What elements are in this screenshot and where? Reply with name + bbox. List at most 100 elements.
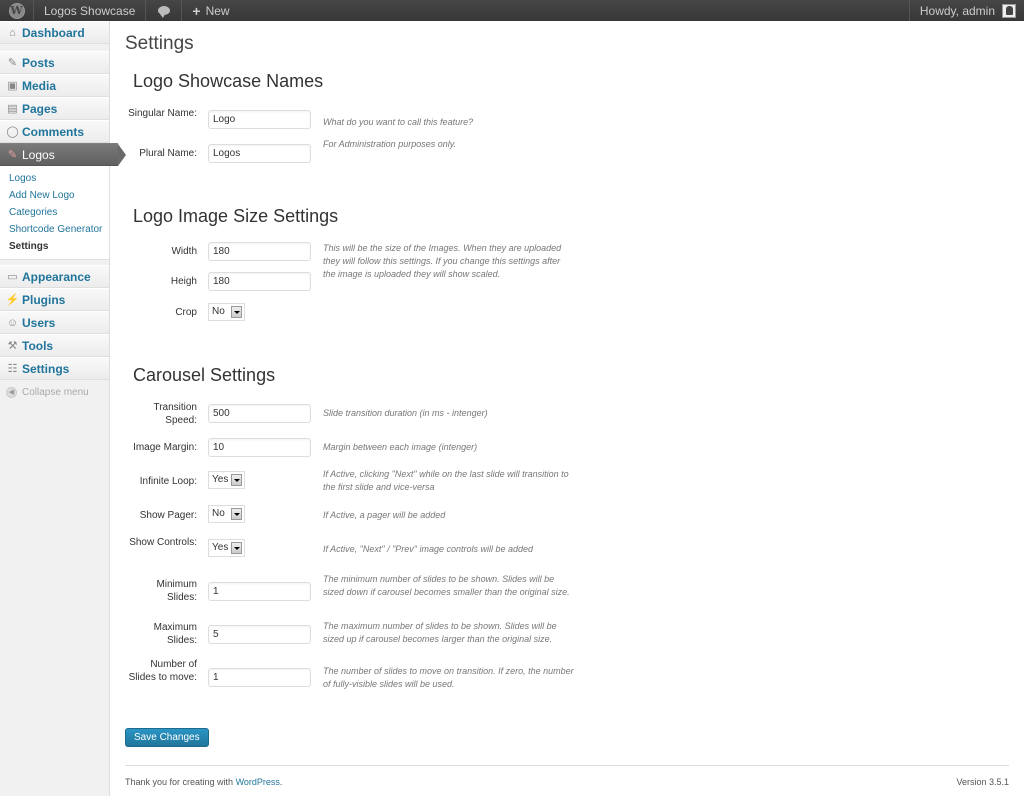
logos-submenu: Logos Add New Logo Categories Shortcode …: [0, 166, 109, 260]
show-pager-select-value: No: [212, 508, 225, 519]
chevron-down-icon: [231, 542, 242, 554]
show-controls-desc: If Active, "Next" / "Prev" image control…: [323, 544, 534, 554]
footer: Thank you for creating with WordPress. V…: [125, 765, 1009, 787]
min-slides-desc: The minimum number of slides to be shown…: [323, 574, 570, 597]
move-slides-input[interactable]: 1: [208, 668, 311, 687]
howdy-text: Howdy, admin: [919, 3, 995, 18]
max-slides-label: Maximum Slides:: [153, 622, 197, 646]
appearance-icon: ▭: [7, 271, 18, 283]
crop-label: Crop: [175, 307, 197, 318]
sidebar-item-label: Logos: [22, 147, 55, 162]
sidebar-item-label: Plugins: [22, 292, 66, 307]
admin-bar: W Logos Showcase + New Howdy, admin: [0, 0, 1024, 21]
wordpress-link[interactable]: WordPress: [236, 777, 280, 787]
new-content-button[interactable]: + New: [182, 0, 239, 21]
height-label: Heigh: [170, 276, 197, 287]
crop-select-value: No: [212, 306, 225, 317]
plugin-icon: ⚡: [5, 294, 20, 306]
image-size-desc: This will be the size of the Images. Whe…: [323, 243, 562, 279]
infinite-loop-select[interactable]: Yes: [208, 471, 245, 489]
submenu-item-categories[interactable]: Categories: [0, 204, 109, 221]
crop-select[interactable]: No: [208, 303, 245, 321]
account-menu[interactable]: Howdy, admin: [908, 0, 1024, 21]
collapse-menu-button[interactable]: ◀ Collapse menu: [0, 380, 109, 404]
comments-button[interactable]: [146, 0, 183, 21]
show-pager-desc: If Active, a pager will be added: [323, 510, 446, 520]
chevron-down-icon: [231, 306, 242, 318]
footer-period: .: [279, 777, 283, 787]
transition-speed-input[interactable]: 500: [208, 404, 311, 423]
collapse-arrow-icon: ◀: [6, 386, 17, 398]
max-slides-desc: The maximum number of slides to be shown…: [323, 621, 557, 644]
sidebar-item-label: Posts: [22, 55, 55, 70]
image-margin-desc: Margin between each image (intenger): [323, 442, 478, 452]
submenu-item-settings[interactable]: Settings: [0, 238, 109, 255]
sidebar-item-media[interactable]: ▣ Media: [0, 74, 109, 97]
transition-speed-desc: Slide transition duration (in ms - inten…: [323, 408, 488, 418]
sidebar-item-label: Users: [22, 315, 56, 330]
users-icon: ☺: [6, 316, 19, 329]
version-text: Version 3.5.1: [956, 777, 1009, 787]
sidebar-item-label: Media: [22, 78, 57, 93]
width-label: Width: [171, 246, 197, 257]
plural-name-input[interactable]: Logos: [208, 144, 311, 163]
home-icon: ⌂: [9, 26, 16, 39]
section-title-image-size: Logo Image Size Settings: [133, 206, 339, 226]
settings-icon: ☷: [7, 363, 18, 375]
site-name-link[interactable]: Logos Showcase: [34, 0, 147, 21]
sidebar-item-dashboard[interactable]: ⌂ Dashboard: [0, 21, 109, 44]
sidebar-item-plugins[interactable]: ⚡ Plugins: [0, 288, 109, 311]
sidebar-item-label: Appearance: [22, 269, 91, 284]
plus-icon: +: [192, 2, 201, 19]
show-pager-label: Show Pager:: [139, 510, 197, 521]
collapse-menu-label: Collapse menu: [22, 386, 89, 398]
sidebar-item-posts[interactable]: ✎ Posts: [0, 51, 109, 74]
sidebar-item-label: Dashboard: [22, 25, 85, 40]
section-title-carousel: Carousel Settings: [133, 365, 276, 385]
wordpress-logo-icon: W: [8, 2, 25, 19]
show-pager-select[interactable]: No: [208, 505, 245, 523]
max-slides-input[interactable]: 5: [208, 625, 311, 644]
sidebar-item-users[interactable]: ☺ Users: [0, 311, 109, 334]
image-margin-input[interactable]: 10: [208, 438, 311, 457]
sidebar-item-appearance[interactable]: ▭ Appearance: [0, 265, 109, 288]
avatar-icon: [1002, 3, 1016, 18]
plural-name-desc: For Administration purposes only.: [323, 139, 457, 149]
tools-icon: ⚒: [7, 340, 18, 352]
sidebar-item-logos[interactable]: ✎ Logos: [0, 143, 126, 166]
show-controls-label: Show Controls:: [129, 537, 197, 548]
submenu-item-logos[interactable]: Logos: [0, 170, 109, 187]
transition-speed-label: Transition Speed:: [153, 402, 197, 426]
infinite-loop-label: Infinite Loop:: [139, 476, 197, 487]
pushpin-icon: ✎: [7, 57, 18, 69]
new-label: New: [205, 3, 230, 18]
singular-name-input[interactable]: Logo: [208, 110, 311, 129]
comment-bubble-icon: [157, 6, 170, 18]
sidebar-item-tools[interactable]: ⚒ Tools: [0, 334, 109, 357]
section-title-names: Logo Showcase Names: [133, 71, 324, 91]
width-input[interactable]: 180: [208, 242, 311, 261]
show-controls-select-value: Yes: [212, 542, 229, 553]
wordpress-logo-button[interactable]: W: [0, 0, 34, 21]
height-input[interactable]: 180: [208, 272, 311, 291]
show-controls-select[interactable]: Yes: [208, 539, 245, 557]
media-icon: ▣: [7, 80, 18, 92]
sidebar-item-label: Pages: [22, 101, 58, 116]
sidebar-item-label: Comments: [22, 124, 85, 139]
sidebar-item-label: Tools: [22, 338, 54, 353]
sidebar-item-comments[interactable]: ◯ Comments: [0, 120, 109, 143]
pushpin-icon: ✎: [7, 149, 18, 161]
infinite-loop-desc: If Active, clicking "Next" while on the …: [323, 469, 569, 492]
sidebar-item-pages[interactable]: ▤ Pages: [0, 97, 109, 120]
min-slides-input[interactable]: 1: [208, 582, 311, 601]
sidebar-item-settings[interactable]: ☷ Settings: [0, 357, 109, 380]
pages-icon: ▤: [7, 103, 18, 115]
submenu-item-shortcode-generator[interactable]: Shortcode Generator: [0, 221, 109, 238]
chevron-down-icon: [231, 474, 242, 486]
move-slides-label: Number of Slides to move:: [128, 659, 197, 683]
min-slides-label: Minimum Slides:: [156, 579, 197, 603]
submenu-item-add-new-logo[interactable]: Add New Logo: [0, 187, 109, 204]
infinite-loop-select-value: Yes: [212, 474, 229, 485]
save-changes-button[interactable]: Save Changes: [125, 728, 209, 747]
page-title: Settings: [125, 33, 194, 54]
